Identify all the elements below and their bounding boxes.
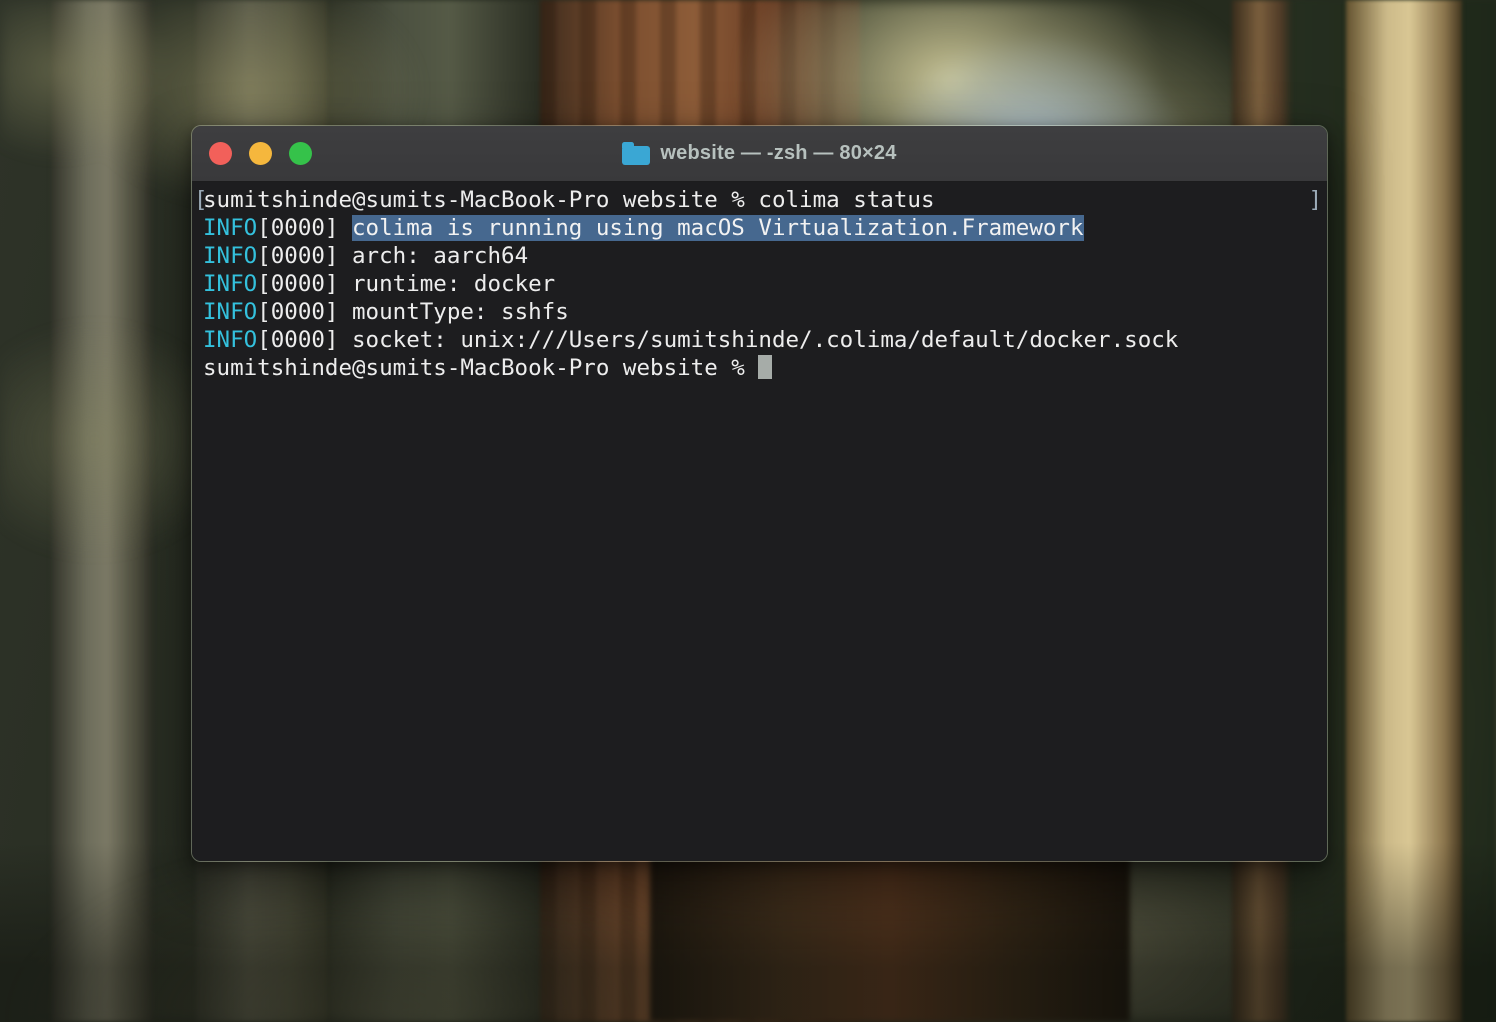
terminal-line: INFO[0000] colima is running using macOS…	[203, 214, 1315, 242]
terminal-text-plain: sumitshinde@sumits-MacBook-Pro website %…	[203, 187, 935, 213]
command-end-mark: ]	[1308, 186, 1322, 214]
terminal-cursor	[758, 355, 772, 379]
terminal-text-plain: runtime: docker	[352, 271, 555, 297]
terminal-text-info: INFO	[203, 243, 257, 269]
terminal-line: [sumitshinde@sumits-MacBook-Pro website …	[203, 186, 1315, 214]
terminal-text-plain: [0000]	[257, 243, 352, 269]
terminal-text-plain: [0000]	[257, 215, 352, 241]
terminal-line: INFO[0000] socket: unix:///Users/sumitsh…	[203, 326, 1315, 354]
terminal-line: sumitshinde@sumits-MacBook-Pro website %	[203, 354, 1315, 382]
desktop-background: website — -zsh — 80×24 [sumitshinde@sumi…	[0, 0, 1496, 1022]
terminal-text-plain: socket: unix:///Users/sumitshinde/.colim…	[352, 327, 1178, 353]
terminal-line: INFO[0000] mountType: sshfs	[203, 298, 1315, 326]
terminal-text-plain: sumitshinde@sumits-MacBook-Pro website %	[203, 355, 758, 381]
zoom-button[interactable]	[289, 142, 312, 165]
command-start-mark: [	[194, 186, 208, 214]
terminal-text-plain: [0000]	[257, 299, 352, 325]
window-title-group: website — -zsh — 80×24	[622, 142, 896, 165]
close-button[interactable]	[209, 142, 232, 165]
folder-icon	[622, 146, 650, 165]
terminal-text-info: INFO	[203, 271, 257, 297]
terminal-text-plain: [0000]	[257, 271, 352, 297]
terminal-text-info: INFO	[203, 299, 257, 325]
minimize-button[interactable]	[249, 142, 272, 165]
terminal-text-plain: [0000]	[257, 327, 352, 353]
window-title: website — -zsh — 80×24	[660, 142, 896, 165]
terminal-line: INFO[0000] arch: aarch64	[203, 242, 1315, 270]
terminal-text-plain: mountType: sshfs	[352, 299, 569, 325]
terminal-line: INFO[0000] runtime: docker	[203, 270, 1315, 298]
terminal-titlebar[interactable]: website — -zsh — 80×24	[192, 126, 1327, 182]
terminal-screen[interactable]: [sumitshinde@sumits-MacBook-Pro website …	[192, 182, 1327, 861]
terminal-window: website — -zsh — 80×24 [sumitshinde@sumi…	[191, 125, 1328, 862]
traffic-lights	[209, 126, 312, 181]
terminal-text-info: INFO	[203, 215, 257, 241]
terminal-text-selected: colima is running using macOS Virtualiza…	[352, 215, 1084, 241]
terminal-text-plain: arch: aarch64	[352, 243, 528, 269]
terminal-text-info: INFO	[203, 327, 257, 353]
ground-shadow	[0, 842, 1496, 1022]
